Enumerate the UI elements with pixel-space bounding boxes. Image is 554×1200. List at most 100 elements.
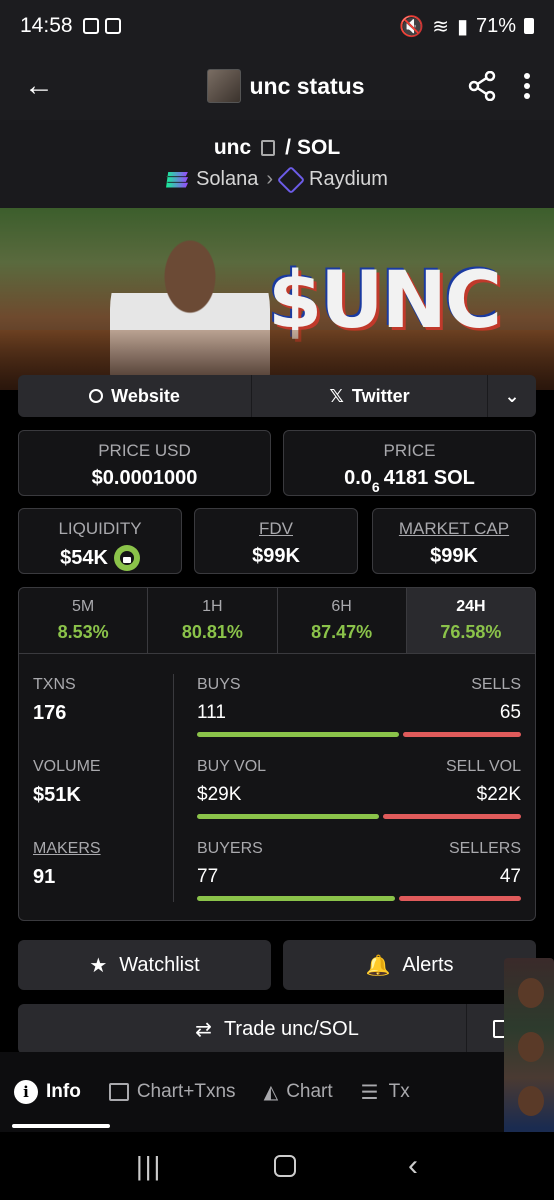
- pair-separator: /: [285, 136, 291, 159]
- mute-icon: 🔇: [399, 15, 425, 38]
- tab-chart-label: Chart: [286, 1081, 333, 1102]
- swap-icon: ⇄: [195, 1018, 212, 1041]
- trade-label: Trade unc/SOL: [223, 1017, 359, 1040]
- fdv-value: $99K: [252, 545, 300, 567]
- chart-icon: ◭: [263, 1081, 279, 1103]
- pair-section: unc / SOL Solana › Raydium: [0, 120, 554, 208]
- fdv-card: FDV $99K: [194, 508, 358, 574]
- action-buttons: ★ Watchlist 🔔 Alerts: [18, 940, 536, 990]
- header-actions: [468, 71, 530, 101]
- buyers-label: BUYERS: [197, 840, 263, 857]
- tab-change: 76.58%: [440, 622, 502, 642]
- makers-block: MAKERS 91: [33, 840, 163, 889]
- tab-txns[interactable]: ☰ Tx: [361, 1080, 410, 1105]
- tab-txns-label: Tx: [388, 1081, 410, 1102]
- home-icon[interactable]: [274, 1155, 297, 1177]
- tab-chart[interactable]: ◭ Chart: [264, 1081, 333, 1104]
- price-usd-value: $0.0001000: [91, 467, 198, 489]
- alerts-label: Alerts: [402, 953, 454, 976]
- twitter-button[interactable]: 𝕏 Twitter: [252, 375, 488, 417]
- price-usd-label: PRICE USD: [98, 441, 191, 460]
- video-overlay[interactable]: [504, 958, 554, 1158]
- price-native-label: PRICE: [383, 441, 436, 460]
- buys-sells-block: BUYS SELLS 111 65: [197, 676, 521, 737]
- tab-24h[interactable]: 24H 76.58%: [406, 588, 535, 653]
- recent-apps-icon[interactable]: |||: [136, 1151, 162, 1182]
- raydium-icon: [276, 165, 306, 194]
- twitch-icon: [104, 18, 121, 34]
- system-back-icon[interactable]: ‹: [408, 1149, 418, 1183]
- website-button[interactable]: Website: [18, 375, 252, 417]
- back-arrow-icon[interactable]: ←: [24, 69, 64, 103]
- trade-button[interactable]: ⇄ Trade unc/SOL: [18, 1004, 536, 1054]
- tab-5m[interactable]: 5M 8.53%: [19, 588, 149, 653]
- sells-value: 65: [499, 702, 521, 723]
- buys-value: 111: [197, 702, 226, 723]
- tab-label: 5M: [72, 598, 95, 615]
- buy-bar-fill: [197, 732, 399, 737]
- layout-icon: [108, 1083, 129, 1101]
- tab-info-label: Info: [46, 1081, 81, 1102]
- dex-name[interactable]: Raydium: [309, 168, 388, 191]
- sell-bar-fill: [399, 896, 521, 901]
- makers-value: 91: [33, 866, 56, 888]
- video-face: [518, 1086, 544, 1116]
- tab-chart-txns-label: Chart+Txns: [136, 1081, 236, 1102]
- tab-label: 6H: [331, 598, 352, 615]
- wifi-icon: ≋: [432, 15, 449, 38]
- tab-1h[interactable]: 1H 80.81%: [148, 588, 278, 653]
- buy-bar-fill: [197, 814, 380, 819]
- share-icon[interactable]: [468, 71, 496, 101]
- sellers-label: SELLERS: [448, 840, 521, 857]
- volume-block: VOLUME $51K: [33, 758, 163, 807]
- txns-block: TXNS 176: [33, 676, 163, 725]
- timeframe-tabs: 5M 8.53% 1H 80.81% 6H 87.47% 24H 76.58%: [19, 588, 535, 654]
- sell-bar-fill: [383, 814, 521, 819]
- header-center: unc status: [104, 69, 468, 103]
- bell-icon: 🔔: [365, 954, 391, 977]
- tab-change: 87.47%: [311, 622, 373, 642]
- buy-sell-volume-block: BUY VOL SELL VOL $29K $22K: [197, 758, 521, 819]
- pair-base: unc: [213, 136, 252, 159]
- chain-breadcrumb: Solana › Raydium: [0, 165, 554, 194]
- tab-label: 24H: [456, 598, 486, 615]
- buy-sell-vol-bar: [197, 814, 521, 819]
- price-prefix: 0.0: [344, 467, 372, 489]
- price-suffix: 4181 SOL: [383, 467, 475, 489]
- buyers-sellers-bar: [197, 896, 521, 901]
- tab-change: 8.53%: [57, 622, 109, 642]
- buyers-value: 77: [197, 866, 219, 887]
- fdv-label[interactable]: FDV: [195, 519, 357, 539]
- tab-chart-txns[interactable]: Chart+Txns: [108, 1081, 236, 1103]
- video-face: [518, 1032, 544, 1062]
- price-zero-count: 6: [371, 478, 380, 495]
- market-cap-label[interactable]: MARKET CAP: [373, 519, 535, 539]
- volume-label: VOLUME: [33, 758, 101, 775]
- buyers-sellers-block: BUYERS SELLERS 77 47: [197, 840, 521, 901]
- market-cap-card: MARKET CAP $99K: [372, 508, 536, 574]
- pair-name: unc / SOL: [0, 136, 554, 160]
- list-icon: ☰: [360, 1081, 379, 1104]
- copy-icon[interactable]: [261, 140, 276, 156]
- video-face: [518, 978, 544, 1008]
- stats-panel: 5M 8.53% 1H 80.81% 6H 87.47% 24H 76.58% …: [18, 587, 536, 921]
- buy-vol-label: BUY VOL: [197, 758, 267, 775]
- links-dropdown-button[interactable]: ⌄: [488, 375, 536, 417]
- alerts-button[interactable]: 🔔 Alerts: [283, 940, 536, 990]
- makers-label[interactable]: MAKERS: [33, 840, 163, 858]
- x-icon: 𝕏: [329, 385, 344, 406]
- watchlist-button[interactable]: ★ Watchlist: [18, 940, 271, 990]
- buys-sells-bar: [197, 732, 521, 737]
- tab-6h[interactable]: 6H 87.47%: [278, 588, 407, 653]
- gallery-icon: [82, 18, 99, 34]
- volume-value: $51K: [33, 784, 81, 806]
- more-vertical-icon[interactable]: [524, 73, 530, 99]
- info-icon: i: [14, 1080, 38, 1104]
- lock-icon[interactable]: [113, 545, 140, 571]
- sell-vol-label: SELL VOL: [445, 758, 521, 775]
- price-usd-card: PRICE USD $0.0001000: [18, 430, 271, 496]
- sell-bar-fill: [402, 732, 521, 737]
- tab-info[interactable]: i Info: [14, 1080, 81, 1104]
- chain-name[interactable]: Solana: [196, 168, 258, 191]
- globe-icon: [89, 389, 104, 403]
